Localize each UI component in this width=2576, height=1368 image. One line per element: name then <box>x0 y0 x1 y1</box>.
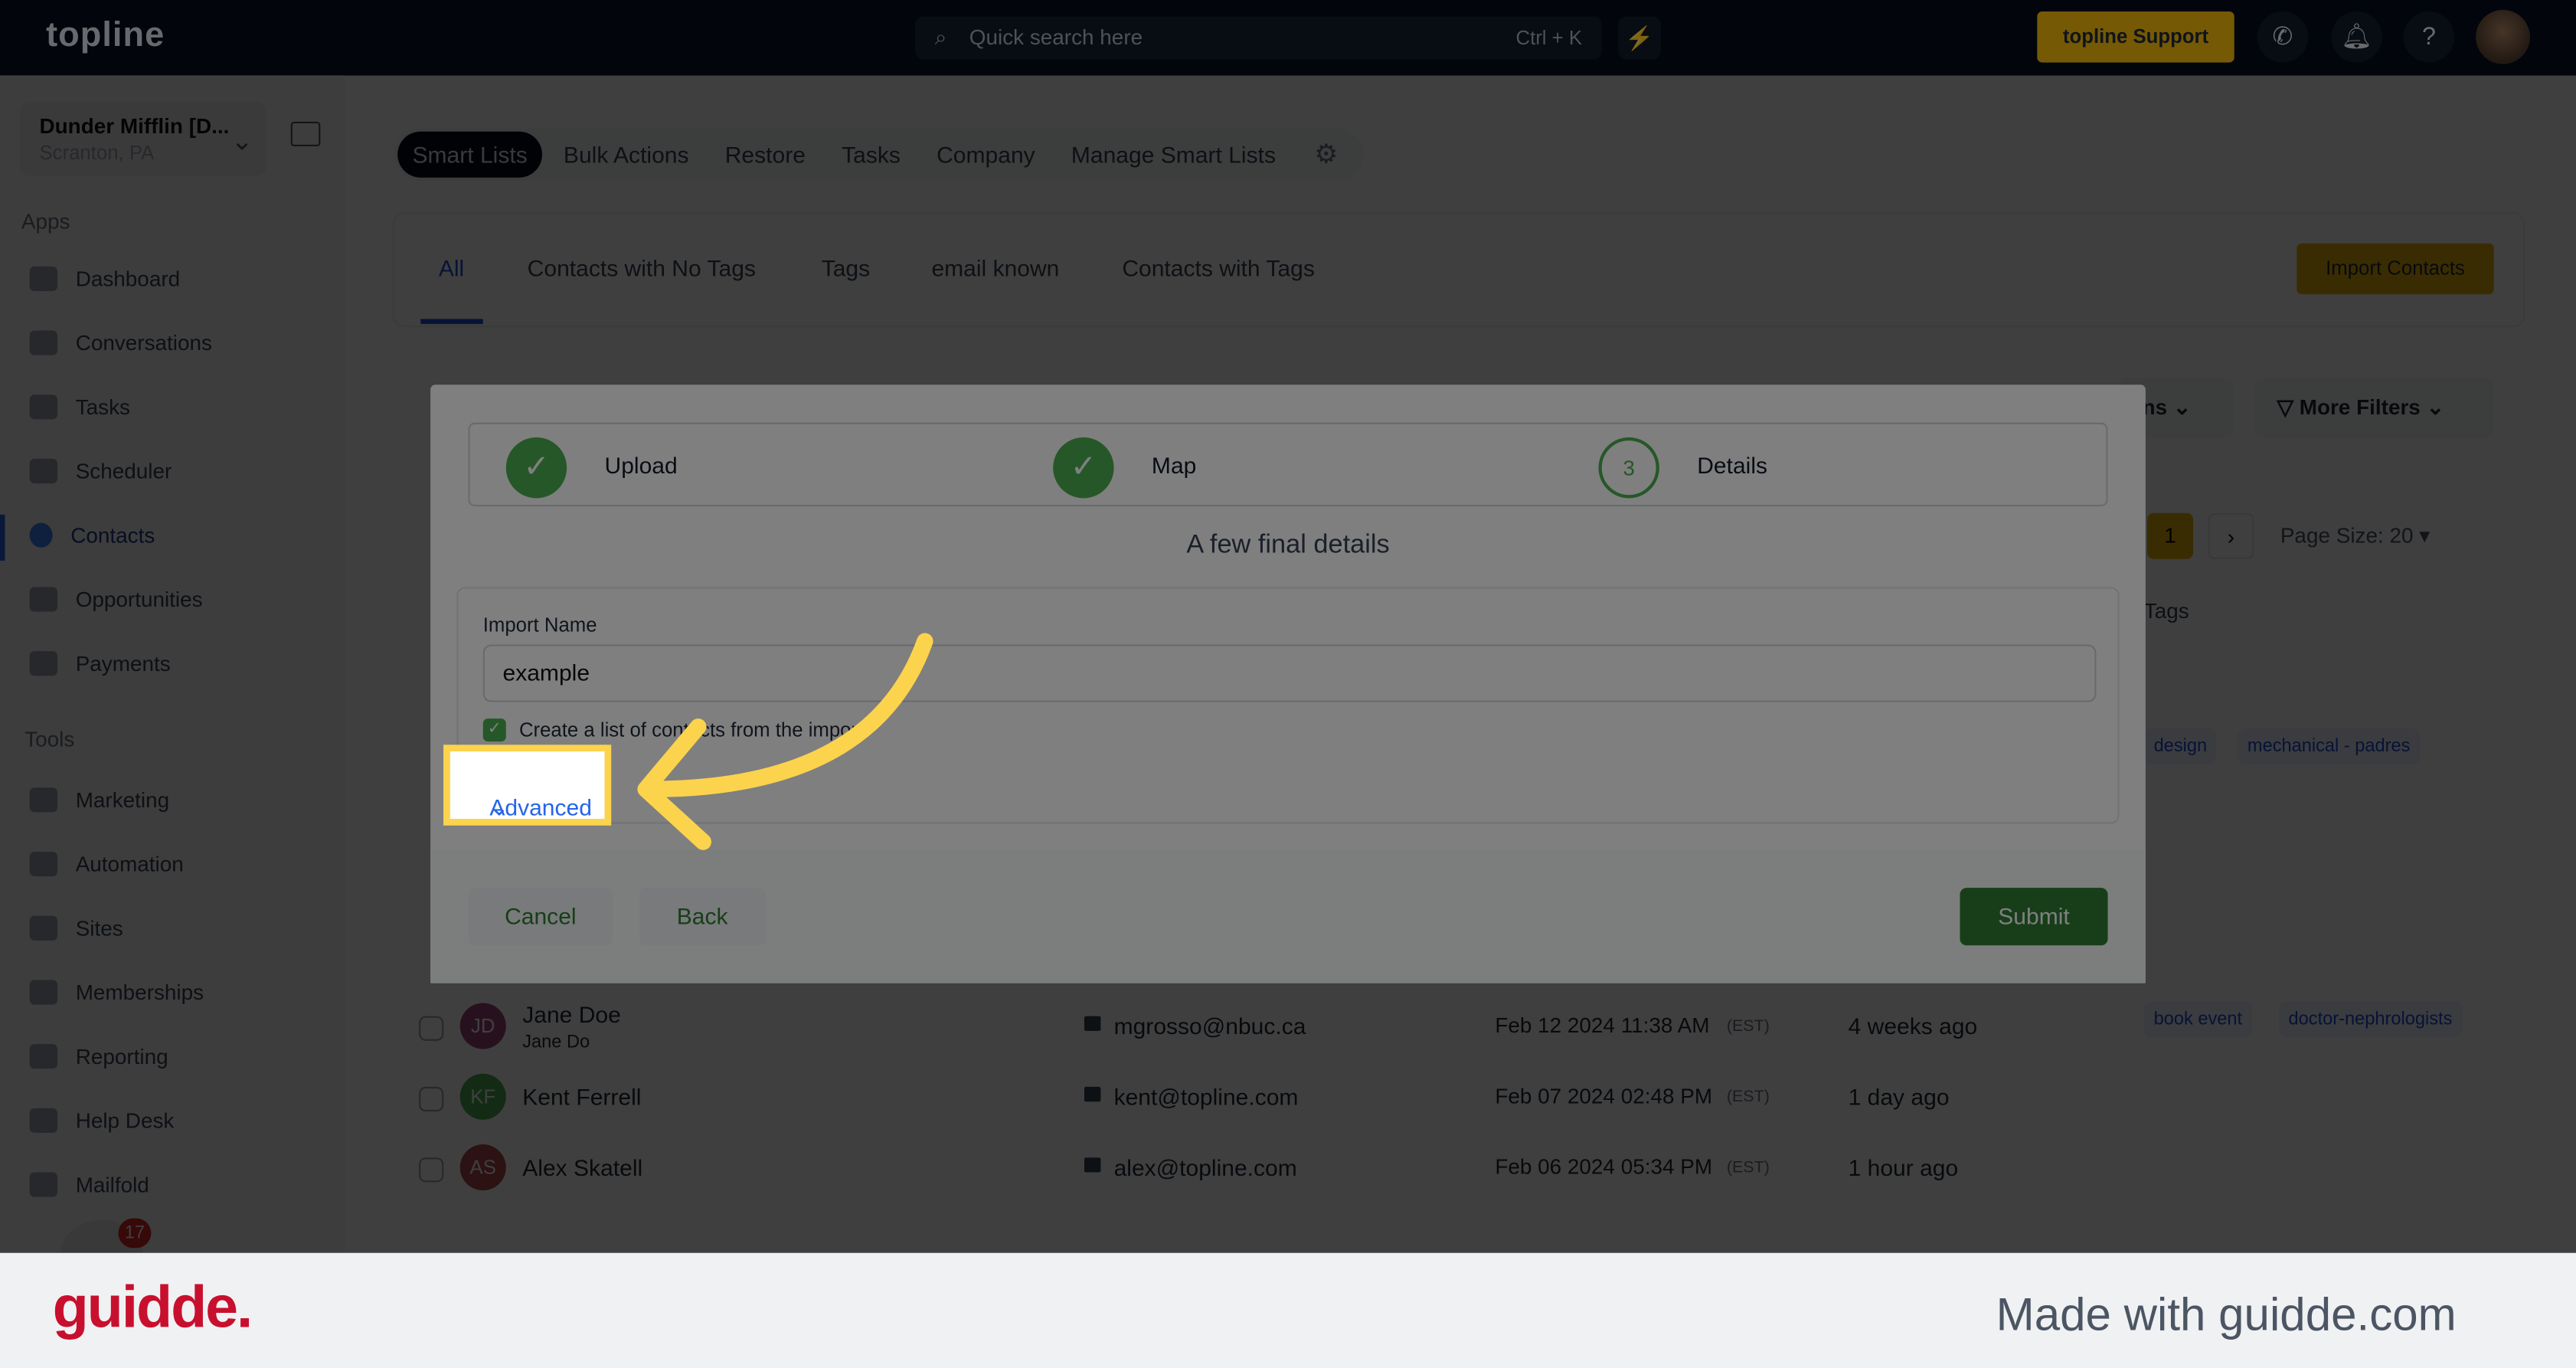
guidde-footer: guidde. Made with guidde.com <box>0 1252 2576 1368</box>
made-with-text: Made with guidde.com <box>1996 1288 2457 1340</box>
guidde-logo: guidde. <box>52 1272 253 1340</box>
pointer-arrow-icon <box>637 633 933 850</box>
